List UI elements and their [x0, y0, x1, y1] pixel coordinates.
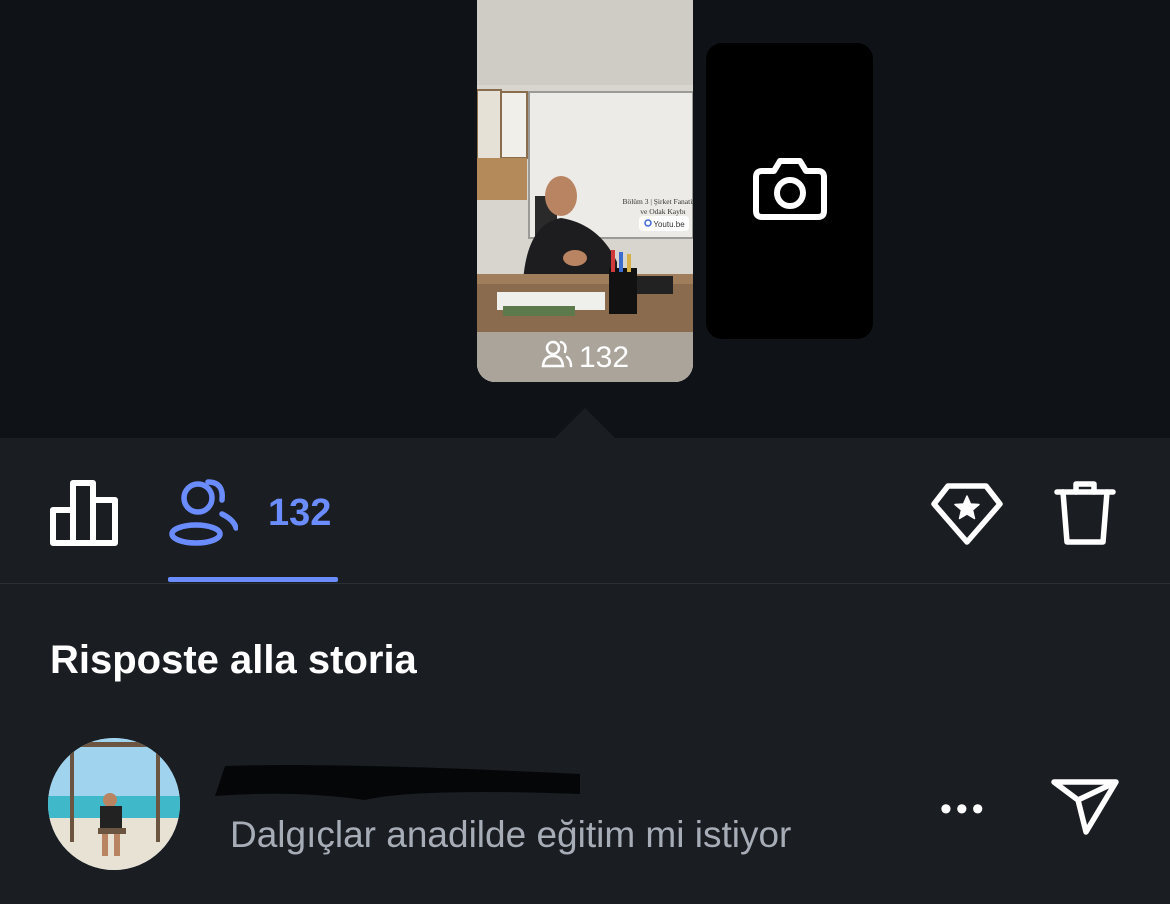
link-chip-label: Youtu.be	[653, 220, 685, 229]
reply-list-item[interactable]: Dalgıçlar anadilde eğitim mi istiyor •••	[0, 738, 1170, 878]
story-toolbar: 132	[0, 438, 1170, 584]
story-viewers-count: 132	[578, 341, 630, 374]
viewers-icon	[541, 339, 573, 377]
divider	[0, 583, 1170, 584]
sheet-pointer	[555, 408, 615, 438]
camera-icon	[752, 155, 828, 228]
bar-chart-icon	[50, 480, 118, 551]
story-thumbnail[interactable]: Bölüm 3 | Şirket Fanatizmi ve Odak Kaybı…	[477, 0, 693, 382]
redacted-username	[215, 765, 580, 800]
story-details-sheet: 132 Risposte alla storia Dalgıçlar anadi…	[0, 438, 1170, 904]
story-image: Bölüm 3 | Şirket Fanatizmi ve Odak Kaybı…	[477, 0, 693, 382]
story-caption-line1: Bölüm 3 | Şirket Fanatizmi	[622, 197, 693, 206]
reply-message: Dalgıçlar anadilde eğitim mi istiyor	[230, 814, 792, 855]
delete-button[interactable]	[1054, 480, 1116, 551]
viewers-count: 132	[268, 492, 332, 534]
highlight-button[interactable]	[930, 482, 1004, 551]
trash-icon	[1054, 480, 1116, 551]
send-message-button[interactable]	[1050, 776, 1120, 841]
story-strip: Bölüm 3 | Şirket Fanatizmi ve Odak Kaybı…	[0, 0, 1170, 438]
section-title: Risposte alla storia	[50, 638, 417, 682]
avatar[interactable]	[48, 738, 180, 870]
send-icon	[1050, 779, 1120, 840]
active-tab-indicator	[168, 577, 338, 582]
highlight-star-icon	[930, 482, 1004, 551]
story-viewers-overlay: 132	[477, 334, 693, 382]
insights-button[interactable]	[50, 480, 118, 551]
more-options-button[interactable]: •••	[940, 790, 988, 829]
tab-viewers[interactable]: 132	[168, 476, 331, 551]
add-story-camera-button[interactable]	[706, 43, 873, 339]
story-caption-line2: ve Odak Kaybı	[640, 207, 685, 216]
viewers-icon	[168, 476, 239, 551]
